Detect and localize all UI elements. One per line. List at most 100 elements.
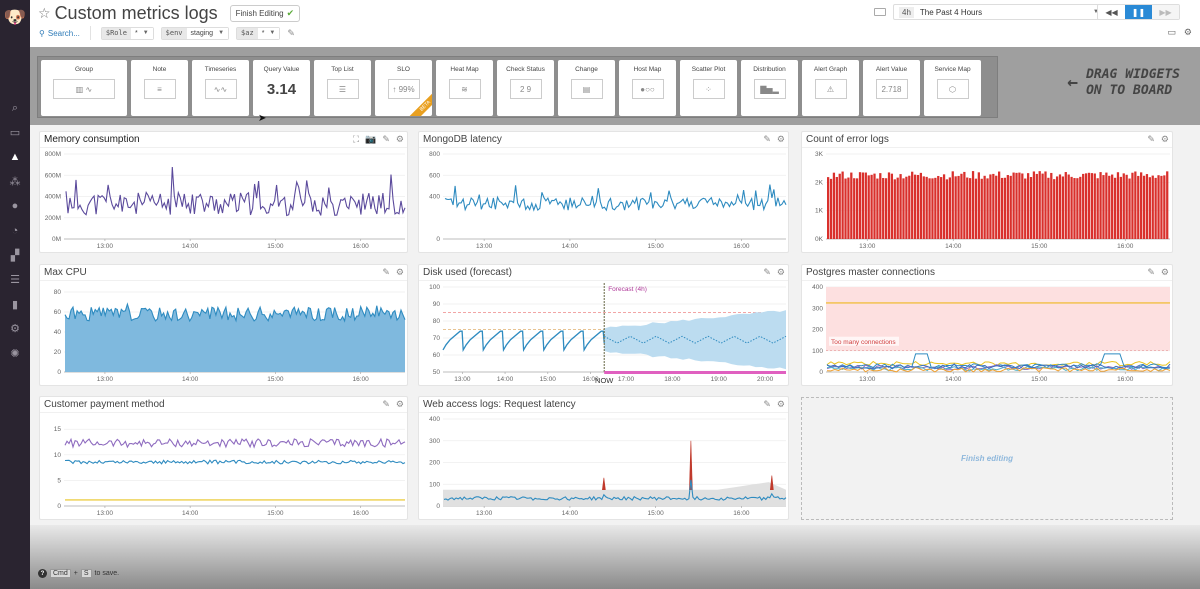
edit-pencil-icon[interactable]: ✎ — [382, 267, 390, 278]
widget-tile-distribution[interactable]: Distribution ▇▅▂ — [741, 60, 798, 116]
bar — [983, 175, 986, 239]
widget-tile-alert-value[interactable]: Alert Value 2.718 — [863, 60, 920, 116]
widget-settings-gear-icon[interactable]: ⚙ — [1161, 134, 1169, 145]
widget-tile-group[interactable]: Group ▥ ∿ — [41, 60, 127, 116]
widget-tile-change[interactable]: Change ▤ — [558, 60, 615, 116]
apm-icon[interactable]: ◔ — [0, 219, 30, 244]
edit-pencil-icon[interactable]: ✎ — [763, 399, 771, 410]
edit-pencil-icon[interactable]: ✎ — [1147, 134, 1155, 145]
template-var-role[interactable]: $Role * ▼ — [100, 26, 154, 40]
widget-settings-gear-icon[interactable]: ⚙ — [396, 134, 404, 145]
widget-tile-icon: ≋ — [448, 79, 481, 99]
y-tick-label: 10 — [54, 452, 62, 459]
widget-cpu[interactable]: Max CPU ✎ ⚙ 0 20 40 60 80 13:00 14:00 15:00 16:00 — [39, 264, 408, 386]
edit-pencil-icon[interactable]: ✎ — [382, 399, 390, 410]
x-tick-label: 14:00 — [562, 510, 579, 517]
edit-vars-pencil-icon[interactable]: ✎ — [287, 28, 295, 39]
widget-tile-slo[interactable]: SLO ↑ 99% BETA — [375, 60, 432, 116]
dashboard-icon[interactable]: ▭ — [0, 121, 30, 146]
help-icon[interactable]: ? — [38, 569, 47, 578]
favorite-star-icon[interactable]: ☆ — [38, 5, 51, 22]
y-tick-label: 40 — [54, 329, 62, 336]
bar — [870, 174, 873, 239]
edit-pencil-icon[interactable]: ✎ — [382, 134, 390, 145]
x-tick-label: 15:00 — [267, 243, 284, 250]
widget-tile-scatter-plot[interactable]: Scatter Plot ⁘ — [680, 60, 737, 116]
bar — [1151, 175, 1154, 239]
datadog-logo-icon[interactable]: 🐶 — [0, 0, 30, 34]
widget-disk[interactable]: Disk used (forecast) ✎ ⚙ 50 60 70 80 90 100 13:00… — [418, 264, 789, 386]
finish-editing-dropzone[interactable]: Finish editing — [801, 397, 1173, 520]
settings-gear-icon[interactable]: ⚙ — [1184, 27, 1192, 38]
binoculars-icon[interactable]: ⌕ — [0, 96, 30, 121]
widget-settings-gear-icon[interactable]: ⚙ — [1161, 267, 1169, 278]
widget-tile-label: Distribution — [753, 66, 786, 73]
logs-icon[interactable]: ☰ — [0, 268, 30, 293]
time-label: The Past 4 Hours — [919, 7, 983, 17]
security-icon[interactable]: ✺ — [0, 341, 30, 366]
anomaly-spike — [602, 477, 606, 490]
widget-tile-note[interactable]: Note ≡ — [131, 60, 188, 116]
bar — [1145, 174, 1149, 239]
tv-mode-icon[interactable]: ▭ — [1167, 27, 1176, 38]
finish-editing-label: Finish Editing — [235, 9, 284, 18]
rewind-button[interactable]: ◀◀ — [1098, 5, 1125, 19]
monitors-icon[interactable]: ● — [0, 194, 30, 219]
widget-tile-alert-graph[interactable]: Alert Graph ⚠ — [802, 60, 859, 116]
widget-settings-gear-icon[interactable]: ⚙ — [396, 267, 404, 278]
x-tick-label: 13:00 — [859, 376, 876, 383]
widget-tile-heat-map[interactable]: Heat Map ≋ — [436, 60, 493, 116]
bar — [1131, 172, 1134, 239]
bar — [998, 171, 1001, 239]
widget-web[interactable]: Web access logs: Request latency ✎ ⚙ 0 100 20… — [418, 396, 789, 520]
notebooks-icon[interactable]: ▮ — [0, 292, 30, 317]
widget-tile-query-value[interactable]: Query Value 3.14 — [253, 60, 310, 116]
finish-editing-button[interactable]: Finish Editing ✔ — [229, 5, 301, 22]
bar — [971, 171, 975, 239]
var-name: $env — [161, 27, 187, 39]
widget-tile-check-status[interactable]: Check Status 2 9 — [497, 60, 554, 116]
synthetics-icon[interactable]: ⚙ — [0, 317, 30, 342]
bar — [1050, 172, 1053, 239]
widget-tile-icon: ▥ ∿ — [53, 79, 115, 99]
bar — [1067, 174, 1070, 239]
widget-pay[interactable]: Customer payment method ✎ ⚙ 0 5 10 15 13:00 14:0… — [39, 396, 408, 520]
bar — [951, 171, 954, 239]
widget-mongo[interactable]: MongoDB latency ✎ ⚙ 0 400 600 800 13:00 14:00 15:… — [418, 131, 789, 253]
infrastructure-icon[interactable]: ▞ — [0, 243, 30, 268]
bar — [1111, 174, 1114, 239]
edit-pencil-icon[interactable]: ✎ — [763, 134, 771, 145]
fast-forward-button[interactable]: ▶▶ — [1152, 5, 1179, 19]
edit-pencil-icon[interactable]: ✎ — [1147, 267, 1155, 278]
integrations-icon[interactable]: ⁂ — [0, 170, 30, 195]
key-cmd: Cmd — [50, 569, 71, 578]
widget-pg[interactable]: Postgres master connections ✎ ⚙ 0 100 200 300 4… — [801, 264, 1173, 386]
keyboard-icon[interactable] — [874, 8, 886, 16]
check-icon: ✔ — [286, 8, 295, 18]
widget-settings-gear-icon[interactable]: ⚙ — [396, 399, 404, 410]
widget-settings-gear-icon[interactable]: ⚙ — [777, 134, 785, 145]
widget-tile-top-list[interactable]: Top List ☰ — [314, 60, 371, 116]
widget-tile-icon: ▤ — [570, 79, 603, 99]
bar — [905, 176, 908, 239]
search-button[interactable]: ⚲ Search... — [39, 26, 91, 40]
edit-pencil-icon[interactable]: ✎ — [763, 267, 771, 278]
widget-tile-service-map[interactable]: Service Map ⬡ — [924, 60, 981, 116]
widget-tile-host-map[interactable]: Host Map ●○○ — [619, 60, 676, 116]
widget-tile-timeseries[interactable]: Timeseries ∿∿ — [192, 60, 249, 116]
fullscreen-icon[interactable]: ⛶ — [353, 134, 359, 145]
x-tick-label: 14:00 — [945, 376, 962, 383]
widget-settings-gear-icon[interactable]: ⚙ — [777, 267, 785, 278]
pause-button[interactable]: ❚❚ — [1125, 5, 1152, 19]
template-var-env[interactable]: $env staging ▼ — [160, 26, 230, 40]
widget-mem[interactable]: Memory consumption ⛶ 📷 ✎ ⚙ 0M 200M 400M 600M 800M… — [39, 131, 408, 253]
metrics-icon[interactable]: ▲ — [0, 145, 30, 170]
snapshot-camera-icon[interactable]: 📷 — [365, 134, 376, 145]
forecast-range-bar — [604, 371, 786, 374]
template-var-az[interactable]: $az * ▼ — [236, 26, 281, 40]
time-range-select[interactable]: 4h The Past 4 Hours ▼ — [893, 4, 1105, 20]
widget-settings-gear-icon[interactable]: ⚙ — [777, 399, 785, 410]
bar — [890, 173, 894, 239]
bar — [937, 175, 940, 239]
widget-errors[interactable]: Count of error logs ✎ ⚙ 0K 1K 2K 3K 13:00 14:00 1… — [801, 131, 1173, 253]
